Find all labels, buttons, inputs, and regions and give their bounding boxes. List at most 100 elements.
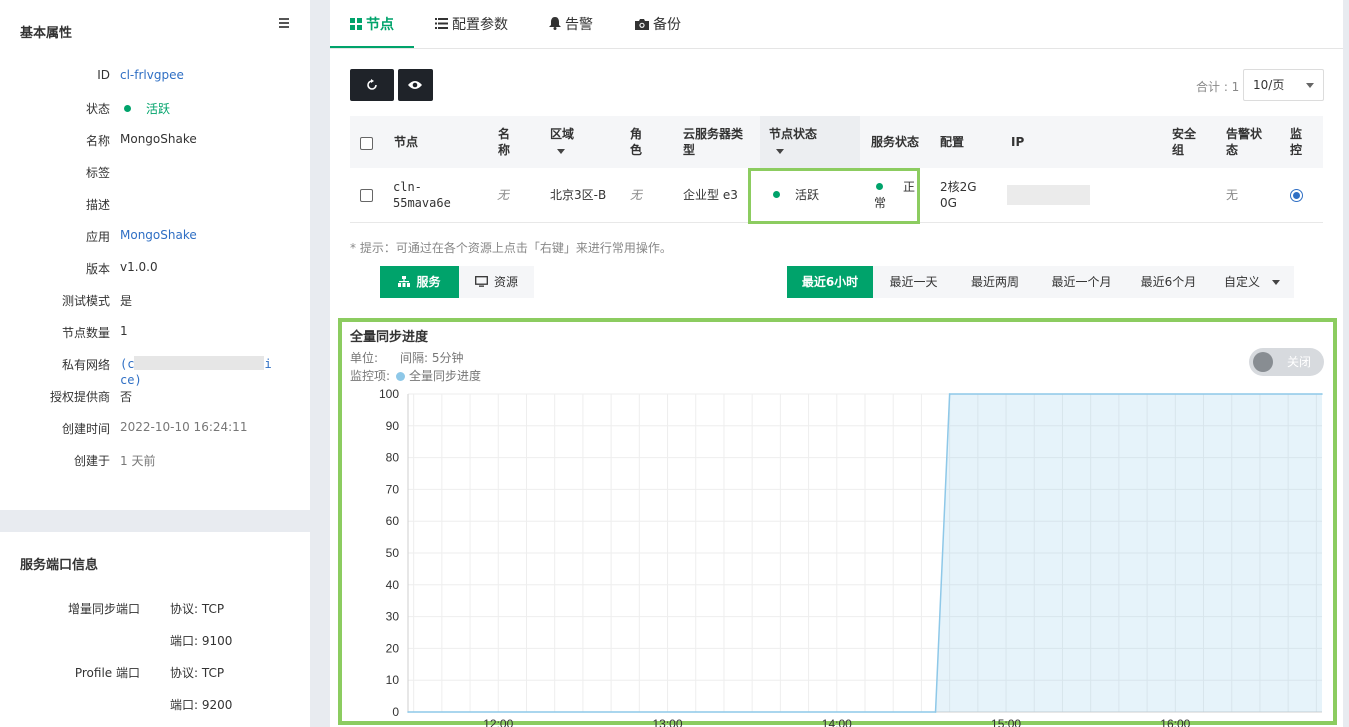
refresh-button[interactable] bbox=[350, 69, 394, 101]
th-security-group[interactable]: 安全组 bbox=[1172, 126, 1196, 158]
port-label: 增量同步端口 bbox=[67, 602, 140, 616]
sort-caret-icon bbox=[776, 149, 784, 154]
tab-nodes[interactable]: 节点 bbox=[350, 14, 394, 34]
time-range-button[interactable]: 最近一天 bbox=[873, 266, 954, 298]
prop-label: 状态 bbox=[85, 102, 110, 116]
port-row: 端口: 9100 bbox=[0, 632, 310, 652]
prop-row: 状态 活跃 bbox=[0, 100, 310, 120]
prop-row: 授权提供商否 bbox=[0, 388, 310, 408]
prop-value: 2022-10-10 16:24:11 bbox=[120, 420, 248, 434]
select-all-checkbox[interactable] bbox=[360, 137, 373, 150]
time-range-button[interactable]: 自定义 bbox=[1210, 266, 1294, 298]
tab-backup[interactable]: 备份 bbox=[635, 14, 681, 34]
th-ip[interactable]: IP bbox=[1011, 134, 1024, 150]
port-row: Profile 端口 协议: TCP bbox=[0, 664, 310, 684]
data-point bbox=[1321, 393, 1323, 395]
prop-label: 描述 bbox=[85, 198, 110, 212]
prop-value: 否 bbox=[120, 390, 133, 404]
port-protocol: 协议: TCP bbox=[170, 666, 225, 680]
prop-value[interactable]: MongoShake bbox=[120, 228, 197, 242]
y-tick-label: 40 bbox=[386, 578, 400, 592]
prop-row: 创建于 1 天前 bbox=[0, 452, 310, 472]
view-button[interactable] bbox=[398, 69, 433, 101]
camera-icon bbox=[635, 17, 649, 33]
port-protocol: 协议: TCP bbox=[170, 602, 225, 616]
tab-backup-label: 备份 bbox=[653, 17, 681, 33]
tab-nodes-label: 节点 bbox=[366, 17, 394, 33]
prop-label: 私有网络 bbox=[61, 358, 110, 372]
tab-bar: 节点 配置参数 告警 备份 bbox=[330, 0, 1343, 49]
service-view-button[interactable]: 服务 bbox=[380, 266, 459, 298]
page-size-value: 10/页 bbox=[1253, 78, 1285, 92]
th-config[interactable]: 配置 bbox=[940, 134, 964, 150]
tab-config-label: 配置参数 bbox=[452, 17, 508, 33]
th-node-status[interactable]: 节点状态 bbox=[769, 126, 817, 158]
tab-config[interactable]: 配置参数 bbox=[435, 14, 508, 34]
main-panel: 节点 配置参数 告警 备份 合计 : 1 10/页 节点 名 称 区域 角 色 … bbox=[330, 0, 1343, 727]
monitor-radio[interactable] bbox=[1290, 189, 1303, 202]
status-dot-icon bbox=[124, 105, 131, 112]
prop-label: 应用 bbox=[85, 230, 110, 244]
node-zone: 北京3区-B bbox=[550, 188, 607, 202]
redacted-vpc bbox=[134, 356, 265, 370]
th-node[interactable]: 节点 bbox=[394, 134, 418, 150]
prop-value: 活跃 bbox=[120, 100, 170, 117]
prop-row: 应用 MongoShake bbox=[0, 228, 310, 248]
menu-icon[interactable] bbox=[279, 18, 289, 28]
th-service-status[interactable]: 服务状态 bbox=[871, 134, 919, 150]
list-icon bbox=[435, 17, 448, 33]
sort-caret-icon bbox=[557, 149, 565, 154]
y-tick-label: 90 bbox=[386, 419, 400, 433]
prop-label: 授权提供商 bbox=[49, 390, 110, 404]
prop-label: 创建于 bbox=[73, 454, 110, 468]
th-zone[interactable]: 区域 bbox=[550, 126, 574, 158]
th-name[interactable]: 名称 bbox=[498, 126, 510, 158]
alarm-status: 无 bbox=[1226, 188, 1239, 202]
time-range-button[interactable]: 最近一个月 bbox=[1036, 266, 1127, 298]
data-point bbox=[407, 711, 409, 713]
y-tick-label: 20 bbox=[386, 641, 400, 655]
prop-row: 名称 MongoShake bbox=[0, 132, 310, 152]
tab-alerts[interactable]: 告警 bbox=[549, 14, 593, 34]
prop-label: ID bbox=[97, 68, 110, 82]
y-tick-label: 0 bbox=[392, 705, 399, 719]
node-config: 2核2G 0G bbox=[940, 180, 977, 210]
node-name: 无 bbox=[497, 188, 510, 202]
total-count: 合计 : 1 bbox=[1196, 80, 1240, 94]
progress-chart: 0 10 20 30 40 50 60 70 80 90 100 12:00 13:00 14:00 15:… bbox=[379, 387, 1323, 727]
service-ports-title: 服务端口信息 bbox=[20, 558, 99, 573]
time-range-button[interactable]: 最近6个月 bbox=[1127, 266, 1210, 298]
prop-value[interactable]: cl-frlvgpee bbox=[120, 68, 184, 82]
prop-label: 创建时间 bbox=[61, 422, 110, 436]
refresh-icon bbox=[367, 79, 377, 90]
time-range-button[interactable]: 最近两周 bbox=[954, 266, 1036, 298]
th-monitor[interactable]: 监控 bbox=[1290, 126, 1302, 158]
status-highlight-box bbox=[748, 168, 920, 224]
y-tick-label: 60 bbox=[386, 514, 400, 528]
y-tick-label: 30 bbox=[386, 610, 400, 624]
y-tick-label: 10 bbox=[386, 673, 400, 687]
row-checkbox[interactable] bbox=[360, 189, 373, 202]
table-header: 节点 名称 区域 角色 云服务器类型 节点状态 服务状态 配置 IP 安全组 告… bbox=[350, 116, 1323, 168]
th-alarm-status[interactable]: 告警状态 bbox=[1226, 126, 1262, 158]
prop-label: 节点数量 bbox=[61, 326, 110, 340]
prop-value[interactable]: (c i ce) bbox=[120, 356, 272, 388]
sitemap-icon bbox=[398, 276, 411, 287]
resource-view-button[interactable]: 资源 bbox=[459, 266, 534, 298]
tab-alerts-label: 告警 bbox=[565, 17, 593, 33]
basic-properties-title: 基本属性 bbox=[20, 26, 73, 41]
prop-row: 描述 bbox=[0, 196, 310, 216]
node-role: 无 bbox=[630, 188, 643, 202]
time-range-button[interactable]: 最近6小时 bbox=[787, 266, 873, 298]
port-label: Profile 端口 bbox=[74, 666, 140, 680]
prop-value: MongoShake bbox=[120, 132, 197, 146]
y-tick-label: 70 bbox=[386, 482, 400, 496]
node-id[interactable]: cln- 55mava6e bbox=[393, 179, 451, 211]
th-vm-type[interactable]: 云服务器类型 bbox=[683, 126, 743, 158]
th-role[interactable]: 角色 bbox=[630, 126, 642, 158]
y-tick-label: 80 bbox=[386, 451, 400, 465]
page-size-select[interactable]: 10/页 bbox=[1243, 69, 1324, 101]
prop-value: 1 天前 bbox=[120, 454, 156, 468]
prop-label: 标签 bbox=[85, 166, 110, 180]
y-tick-label: 50 bbox=[386, 546, 400, 560]
